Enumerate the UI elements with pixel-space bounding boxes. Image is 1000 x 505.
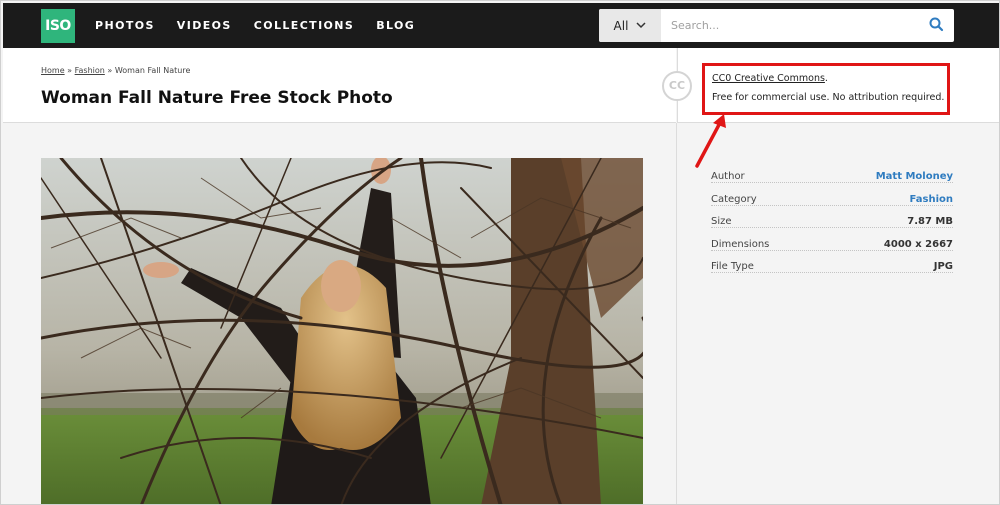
main-nav: PHOTOS VIDEOS COLLECTIONS BLOG (95, 3, 437, 48)
author-link[interactable]: Matt Moloney (871, 171, 953, 182)
nav-collections[interactable]: COLLECTIONS (254, 19, 355, 32)
search-bar: All (599, 9, 954, 42)
nav-photos[interactable]: PHOTOS (95, 19, 155, 32)
search-input[interactable] (661, 9, 921, 42)
detail-label: Size (711, 216, 736, 227)
dotted-divider (711, 249, 953, 251)
breadcrumb-home[interactable]: Home (41, 66, 65, 75)
breadcrumb-separator: » (107, 66, 113, 75)
column-divider (676, 123, 677, 504)
detail-label: Category (711, 193, 761, 205)
category-link[interactable]: Fashion (905, 193, 953, 205)
dotted-divider (711, 227, 953, 228)
stock-photo[interactable] (41, 158, 643, 504)
breadcrumb: Home » Fashion » Woman Fall Nature (41, 66, 190, 75)
search-type-select[interactable]: All (599, 9, 661, 42)
search-type-value: All (613, 18, 629, 33)
site-logo[interactable]: ISO (41, 9, 75, 43)
detail-row: File Type JPG (711, 259, 953, 282)
detail-row: Dimensions 4000 x 2667 (711, 237, 953, 260)
cc-icon: CC (662, 71, 692, 101)
dotted-divider (711, 204, 953, 206)
photo-details: Author Matt Moloney Category Fashion Siz… (711, 169, 953, 282)
breadcrumb-separator: » (67, 66, 73, 75)
breadcrumb-category[interactable]: Fashion (75, 66, 105, 75)
nav-videos[interactable]: VIDEOS (177, 19, 232, 32)
dotted-divider (711, 272, 953, 273)
dotted-divider (711, 182, 953, 183)
page-title: Woman Fall Nature Free Stock Photo (41, 88, 393, 108)
breadcrumb-current: Woman Fall Nature (114, 66, 191, 75)
photo-image (41, 158, 643, 504)
annotation-arrow-icon (695, 114, 726, 168)
detail-value: JPG (929, 261, 953, 272)
top-navbar: ISO PHOTOS VIDEOS COLLECTIONS BLOG All (3, 3, 999, 48)
page-header: Home » Fashion » Woman Fall Nature Woman… (3, 48, 676, 123)
detail-value: 7.87 MB (903, 216, 953, 227)
nav-blog[interactable]: BLOG (376, 19, 415, 32)
chevron-down-icon (636, 22, 646, 29)
detail-row: Author Matt Moloney (711, 169, 953, 192)
search-icon[interactable] (928, 16, 946, 34)
highlight-box (702, 63, 950, 115)
detail-label: File Type (711, 261, 758, 272)
page-frame: ISO PHOTOS VIDEOS COLLECTIONS BLOG All H… (0, 0, 1000, 505)
detail-label: Dimensions (711, 238, 774, 250)
detail-row: Size 7.87 MB (711, 214, 953, 237)
detail-row: Category Fashion (711, 192, 953, 215)
detail-value: 4000 x 2667 (879, 238, 953, 250)
detail-label: Author (711, 171, 749, 182)
